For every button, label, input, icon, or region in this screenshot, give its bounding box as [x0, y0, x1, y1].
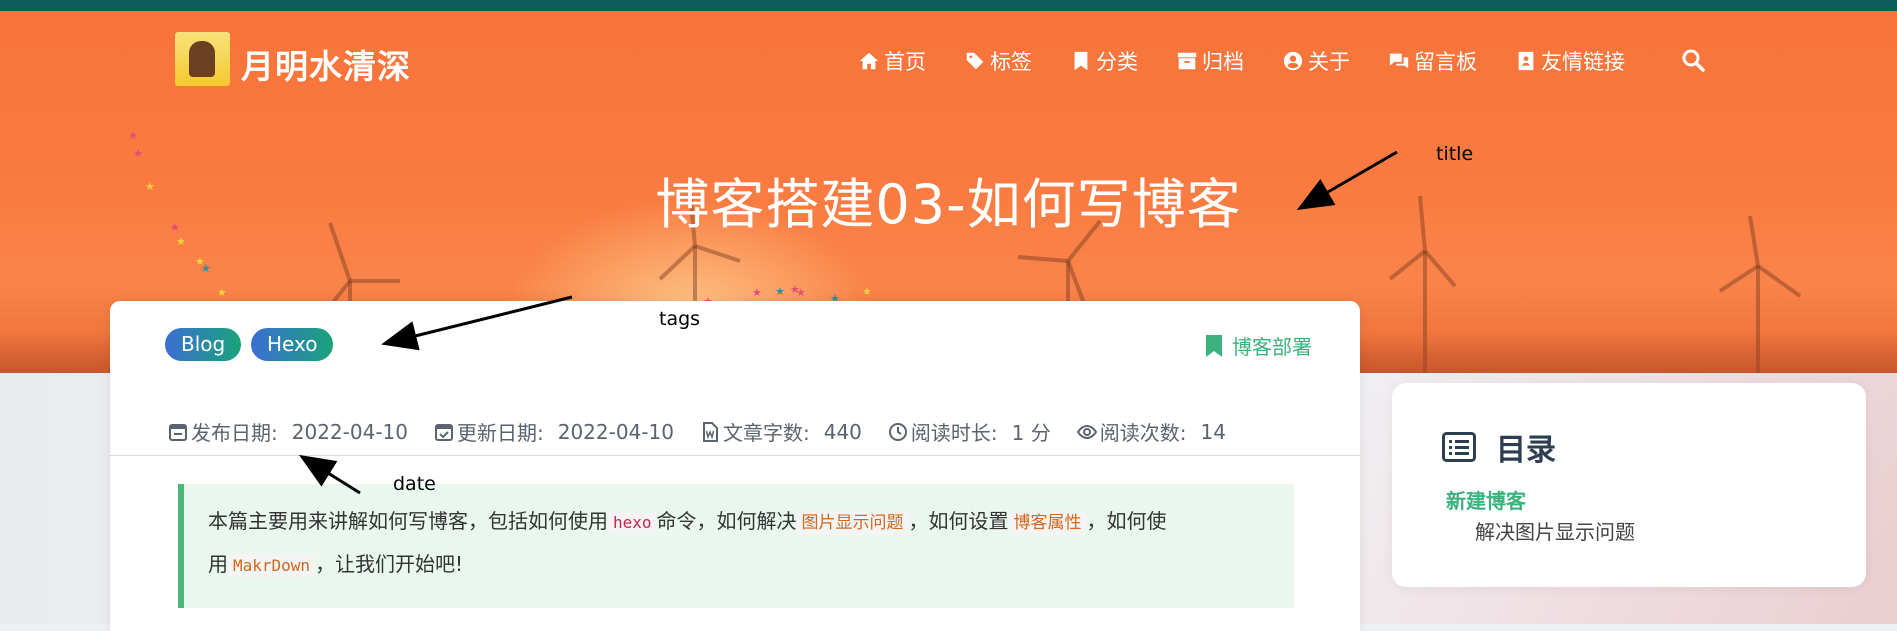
highlight-blog-attrs: 博客属性 — [1008, 511, 1087, 535]
annotation-tags: tags — [659, 308, 701, 330]
meta-word-count-value: 440 — [823, 419, 862, 444]
meta-published-value: 2022-04-10 — [291, 419, 408, 444]
meta-word-count: 文章字数: 440 — [700, 417, 862, 446]
home-icon — [859, 52, 879, 70]
toc-heading: 目录 — [1442, 425, 1556, 469]
nav-archive[interactable]: 归档 — [1176, 46, 1244, 76]
tag-hexo[interactable]: Hexo — [251, 328, 334, 361]
post-title: 博客搭建03-如何写博客 — [655, 173, 1242, 236]
meta-updated-label: 更新日期: — [456, 421, 544, 445]
inline-code-hexo: hexo — [608, 511, 657, 534]
nav-home[interactable]: 首页 — [858, 46, 926, 76]
list-alt-icon — [1442, 432, 1476, 462]
nav-categories[interactable]: 分类 — [1070, 46, 1138, 76]
meta-published: 发布日期: 2022-04-10 — [168, 417, 408, 446]
intro-segment: ，让我们开始吧! — [315, 552, 464, 576]
nav-categories-label: 分类 — [1096, 50, 1138, 74]
toc-title: 目录 — [1496, 433, 1556, 468]
tag-blog[interactable]: Blog — [165, 328, 242, 361]
meta-views: 阅读次数: 14 — [1076, 417, 1226, 446]
meta-read-time: 阅读时长: 1 分 — [888, 417, 1051, 446]
nav-about[interactable]: 关于 — [1282, 46, 1350, 76]
user-circle-icon — [1283, 51, 1303, 71]
toc-item-new-post[interactable]: 新建博客 — [1446, 485, 1526, 514]
nav-home-label: 首页 — [884, 50, 926, 74]
toc-panel: 目录 新建博客 解决图片显示问题 — [1392, 383, 1866, 587]
main-nav: 首页 标签 分类 归档 关于 留言板 友情链接 — [858, 46, 1663, 76]
highlight-image-issue: 图片显示问题 — [796, 511, 909, 535]
nav-friend-links-label: 友情链接 — [1541, 50, 1625, 74]
calendar-minus-icon — [169, 423, 187, 441]
intro-segment: 本篇主要用来讲解如何写博客，包括如何使用 — [208, 509, 608, 533]
intro-segment: 命令，如何解决 — [656, 509, 797, 533]
meta-updated: 更新日期: 2022-04-10 — [434, 417, 674, 446]
post-card: Blog Hexo 博客部署 发布日期: 2022-04-10 更新日期: 20… — [110, 301, 1360, 631]
meta-published-label: 发布日期: — [191, 421, 278, 445]
bookmark-icon — [1074, 51, 1088, 71]
nav-about-label: 关于 — [1308, 50, 1350, 74]
nav-archive-label: 归档 — [1202, 50, 1244, 74]
file-word-icon — [702, 421, 718, 442]
meta-divider — [110, 455, 1360, 456]
site-logo[interactable] — [175, 32, 230, 86]
nav-tags-label: 标签 — [990, 50, 1032, 74]
inline-code-markdown: MakrDown — [228, 554, 316, 577]
search-icon — [1682, 49, 1705, 72]
calendar-check-icon — [434, 423, 453, 441]
intro-segment: ，如何使 — [1086, 509, 1167, 533]
search-button[interactable] — [1681, 48, 1705, 72]
meta-read-time-label: 阅读时长: — [910, 421, 998, 445]
clock-icon — [888, 422, 907, 441]
meta-read-time-value: 1 分 — [1011, 421, 1051, 445]
comments-icon — [1389, 53, 1409, 69]
top-strip — [0, 0, 1897, 11]
post-meta: 发布日期: 2022-04-10 更新日期: 2022-04-10 文章字数: … — [168, 417, 1252, 446]
post-category-label: 博客部署 — [1232, 335, 1312, 359]
nav-tags[interactable]: 标签 — [964, 46, 1032, 76]
meta-updated-value: 2022-04-10 — [557, 419, 674, 444]
archive-icon — [1177, 52, 1197, 70]
intro-text: 本篇主要用来讲解如何写博客，包括如何使用 hexo 命令，如何解决 图片显示问题 ，如何… — [184, 484, 1294, 586]
annotation-title: title — [1436, 143, 1474, 165]
intro-segment: 用 — [208, 552, 228, 576]
meta-views-value: 14 — [1200, 419, 1226, 444]
nav-friend-links[interactable]: 友情链接 — [1515, 46, 1625, 76]
address-book-icon — [1518, 51, 1534, 71]
annotation-date: date — [393, 473, 436, 495]
tags-icon — [966, 52, 984, 70]
meta-views-label: 阅读次数: — [1099, 421, 1187, 445]
nav-guestbook-label: 留言板 — [1414, 50, 1477, 74]
nav-guestbook[interactable]: 留言板 — [1388, 46, 1477, 76]
post-category[interactable]: 博客部署 — [1206, 331, 1312, 360]
meta-word-count-label: 文章字数: — [722, 421, 810, 445]
bookmark-icon — [1206, 334, 1222, 357]
eye-icon — [1076, 424, 1097, 439]
toc-item-image-fix[interactable]: 解决图片显示问题 — [1475, 516, 1635, 545]
intro-segment: ，如何设置 — [908, 509, 1009, 533]
intro-blockquote: 本篇主要用来讲解如何写博客，包括如何使用 hexo 命令，如何解决 图片显示问题 ，如何… — [178, 484, 1294, 608]
site-title[interactable]: 月明水清深 — [241, 40, 411, 88]
